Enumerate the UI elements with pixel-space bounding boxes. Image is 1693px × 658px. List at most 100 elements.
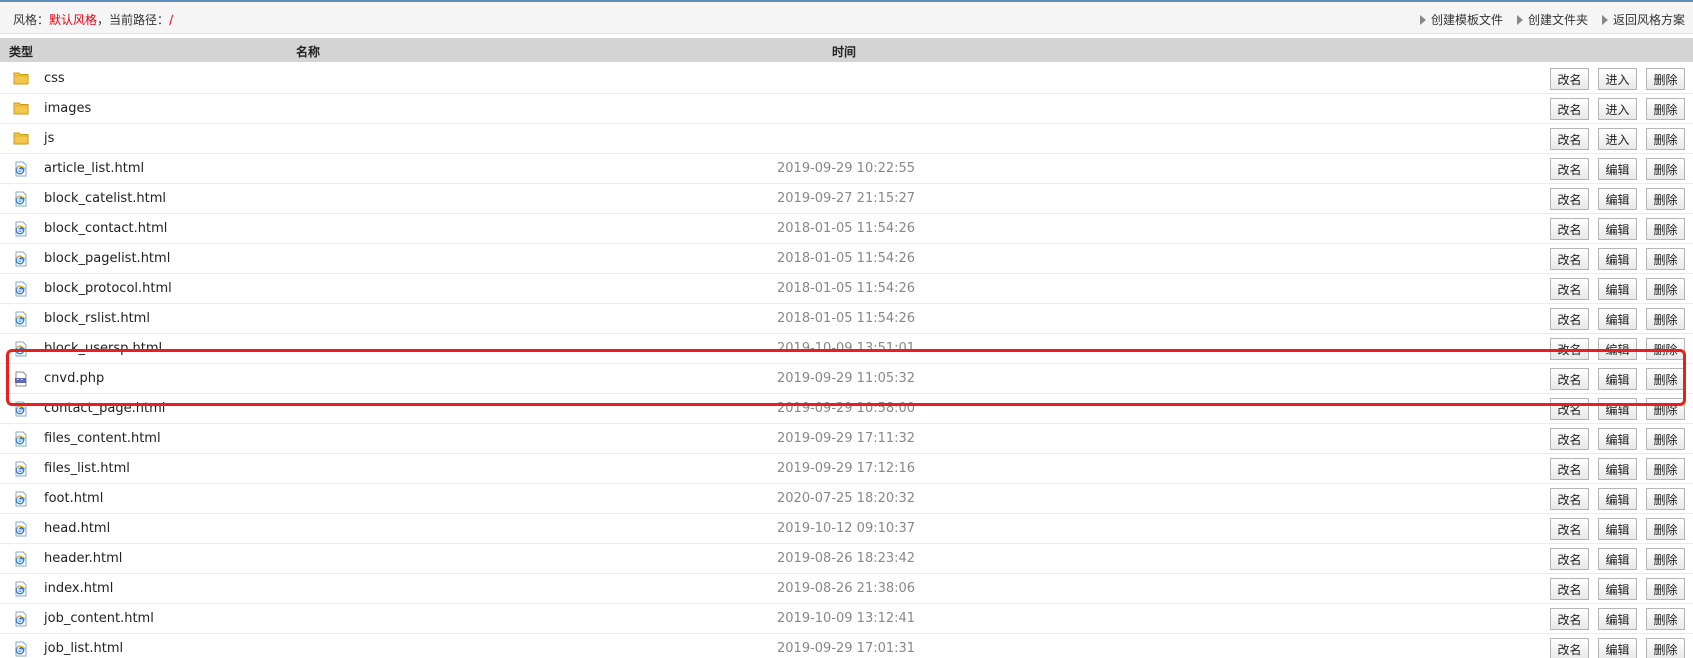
rename-button[interactable]: 改名 <box>1550 398 1589 420</box>
rename-button[interactable]: 改名 <box>1550 158 1589 180</box>
create-template-file-link[interactable]: 创建模板文件 <box>1419 11 1503 28</box>
file-name[interactable]: block_catelist.html <box>44 191 166 206</box>
delete-button[interactable]: 删除 <box>1646 608 1685 630</box>
file-name[interactable]: files_list.html <box>44 461 130 476</box>
edit-button[interactable]: 编辑 <box>1598 368 1637 390</box>
file-name[interactable]: files_content.html <box>44 431 161 446</box>
edit-button[interactable]: 编辑 <box>1598 608 1637 630</box>
edit-button[interactable]: 编辑 <box>1598 338 1637 360</box>
rename-button[interactable]: 改名 <box>1550 188 1589 210</box>
delete-button[interactable]: 删除 <box>1646 188 1685 210</box>
enter-button[interactable]: 进入 <box>1598 128 1637 150</box>
file-name[interactable]: index.html <box>44 581 113 596</box>
file-name[interactable]: block_protocol.html <box>44 281 172 296</box>
html-file-icon <box>13 311 29 327</box>
delete-button[interactable]: 删除 <box>1646 638 1685 658</box>
file-name[interactable]: contact_page.html <box>44 401 165 416</box>
rename-button[interactable]: 改名 <box>1550 98 1589 120</box>
rename-button[interactable]: 改名 <box>1550 308 1589 330</box>
edit-button[interactable]: 编辑 <box>1598 188 1637 210</box>
delete-button[interactable]: 删除 <box>1646 68 1685 90</box>
file-name[interactable]: block_usersp.html <box>44 341 162 356</box>
delete-button[interactable]: 删除 <box>1646 548 1685 570</box>
rename-button[interactable]: 改名 <box>1550 458 1589 480</box>
edit-button[interactable]: 编辑 <box>1598 398 1637 420</box>
delete-button[interactable]: 删除 <box>1646 398 1685 420</box>
delete-button[interactable]: 删除 <box>1646 218 1685 240</box>
file-name[interactable]: article_list.html <box>44 161 144 176</box>
rename-button[interactable]: 改名 <box>1550 518 1589 540</box>
row-actions: 改名 编辑 删除 <box>1550 548 1685 570</box>
file-name[interactable]: job_content.html <box>44 611 154 626</box>
edit-button[interactable]: 编辑 <box>1598 578 1637 600</box>
file-name[interactable]: head.html <box>44 521 110 536</box>
delete-button[interactable]: 删除 <box>1646 518 1685 540</box>
edit-button[interactable]: 编辑 <box>1598 308 1637 330</box>
delete-button[interactable]: 删除 <box>1646 98 1685 120</box>
rename-button[interactable]: 改名 <box>1550 128 1589 150</box>
enter-button[interactable]: 进入 <box>1598 68 1637 90</box>
delete-button[interactable]: 删除 <box>1646 428 1685 450</box>
row-actions: 改名 进入 删除 <box>1550 128 1685 150</box>
edit-button[interactable]: 编辑 <box>1598 518 1637 540</box>
html-file-icon <box>13 641 29 657</box>
delete-button[interactable]: 删除 <box>1646 368 1685 390</box>
rename-button[interactable]: 改名 <box>1550 608 1589 630</box>
edit-button[interactable]: 编辑 <box>1598 158 1637 180</box>
rename-button[interactable]: 改名 <box>1550 338 1589 360</box>
rename-button[interactable]: 改名 <box>1550 278 1589 300</box>
enter-button[interactable]: 进入 <box>1598 98 1637 120</box>
delete-button[interactable]: 删除 <box>1646 278 1685 300</box>
file-name[interactable]: block_pagelist.html <box>44 251 170 266</box>
rename-button[interactable]: 改名 <box>1550 488 1589 510</box>
row-actions: 改名 编辑 删除 <box>1550 488 1685 510</box>
edit-button[interactable]: 编辑 <box>1598 428 1637 450</box>
edit-button[interactable]: 编辑 <box>1598 248 1637 270</box>
table-row: block_protocol.html 2018-01-05 11:54:26 改名… <box>0 274 1693 304</box>
delete-button[interactable]: 删除 <box>1646 338 1685 360</box>
rename-button[interactable]: 改名 <box>1550 638 1589 658</box>
back-to-styles-link[interactable]: 返回风格方案 <box>1601 11 1685 28</box>
file-name[interactable]: cnvd.php <box>44 371 104 386</box>
edit-button[interactable]: 编辑 <box>1598 488 1637 510</box>
table-row: contact_page.html 2019-09-29 10:58:00 改名 编辑… <box>0 394 1693 424</box>
delete-button[interactable]: 删除 <box>1646 488 1685 510</box>
edit-button[interactable]: 编辑 <box>1598 548 1637 570</box>
table-row: index.html 2019-08-26 21:38:06 改名 编辑 删除 <box>0 574 1693 604</box>
delete-button[interactable]: 删除 <box>1646 308 1685 330</box>
modified-time: 2019-09-29 17:01:31 <box>777 641 916 656</box>
rename-button[interactable]: 改名 <box>1550 578 1589 600</box>
file-name[interactable]: images <box>44 101 91 116</box>
rename-button[interactable]: 改名 <box>1550 218 1589 240</box>
delete-button[interactable]: 删除 <box>1646 248 1685 270</box>
edit-button[interactable]: 编辑 <box>1598 218 1637 240</box>
delete-button[interactable]: 删除 <box>1646 458 1685 480</box>
table-row: foot.html 2020-07-25 18:20:32 改名 编辑 删除 <box>0 484 1693 514</box>
file-name[interactable]: block_contact.html <box>44 221 167 236</box>
modified-time: 2019-09-29 11:05:32 <box>777 371 916 386</box>
modified-time: 2018-01-05 11:54:26 <box>777 221 916 236</box>
rename-button[interactable]: 改名 <box>1550 548 1589 570</box>
rename-button[interactable]: 改名 <box>1550 428 1589 450</box>
rename-button[interactable]: 改名 <box>1550 368 1589 390</box>
rename-button[interactable]: 改名 <box>1550 68 1589 90</box>
table-row: block_catelist.html 2019-09-27 21:15:27 改名… <box>0 184 1693 214</box>
file-name[interactable]: header.html <box>44 551 122 566</box>
file-name[interactable]: block_rslist.html <box>44 311 150 326</box>
delete-button[interactable]: 删除 <box>1646 128 1685 150</box>
edit-button[interactable]: 编辑 <box>1598 638 1637 658</box>
edit-button[interactable]: 编辑 <box>1598 278 1637 300</box>
create-folder-link[interactable]: 创建文件夹 <box>1516 11 1588 28</box>
folder-icon <box>13 71 29 85</box>
delete-button[interactable]: 删除 <box>1646 158 1685 180</box>
file-name[interactable]: js <box>44 131 54 146</box>
edit-button[interactable]: 编辑 <box>1598 458 1637 480</box>
modified-time: 2019-09-27 21:15:27 <box>777 191 916 206</box>
file-name[interactable]: foot.html <box>44 491 103 506</box>
rename-button[interactable]: 改名 <box>1550 248 1589 270</box>
toolbar-actions: 创建模板文件 创建文件夹 返回风格方案 <box>1419 11 1685 28</box>
delete-button[interactable]: 删除 <box>1646 578 1685 600</box>
html-file-icon <box>13 611 29 627</box>
file-name[interactable]: css <box>44 71 65 86</box>
file-name[interactable]: job_list.html <box>44 641 123 656</box>
